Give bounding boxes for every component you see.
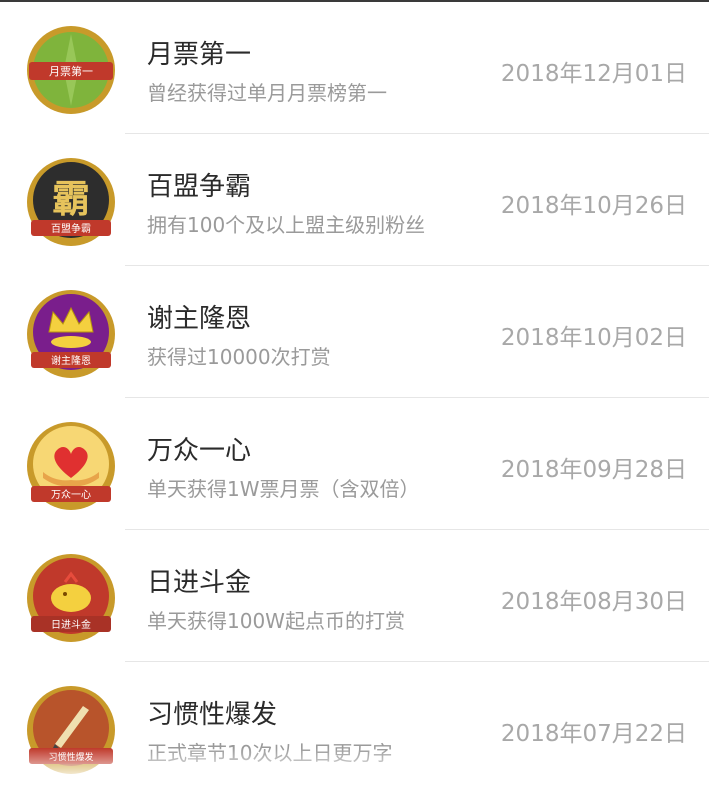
ba-character-icon: 霸 百盟争霸 <box>25 156 117 248</box>
achievement-date: 2018年08月30日 <box>500 589 687 615</box>
achievement-desc: 正式章节10次以上日更万字 <box>147 741 393 765</box>
achievement-title: 习惯性爆发 <box>147 700 278 730</box>
achievement-desc: 单天获得1W票月票（含双倍） <box>147 477 420 501</box>
badge-glyph: 霸 <box>52 176 90 221</box>
list-item[interactable]: 谢主隆恩 谢主隆恩 获得过10000次打赏 2018年10月02日 <box>0 266 709 398</box>
achievement-title: 百盟争霸 <box>147 172 252 202</box>
badge-label: 百盟争霸 <box>51 222 91 235</box>
achievement-date: 2018年07月22日 <box>500 721 687 747</box>
achievement-date: 2018年10月02日 <box>500 325 687 351</box>
badge-label: 日进斗金 <box>51 618 91 631</box>
achievement-desc: 获得过10000次打赏 <box>147 345 331 369</box>
badge-label: 月票第一 <box>49 64 93 78</box>
achievement-date: 2018年12月01日 <box>500 61 687 87</box>
pen-icon: 习惯性爆发 <box>25 684 117 776</box>
money-pig-icon: 日进斗金 <box>25 552 117 644</box>
achievement-desc: 拥有100个及以上盟主级别粉丝 <box>147 213 426 237</box>
badge-label: 谢主隆恩 <box>51 354 91 367</box>
achievement-desc: 曾经获得过单月月票榜第一 <box>147 81 387 105</box>
achievement-desc: 单天获得100W起点币的打赏 <box>147 609 405 633</box>
achievement-date: 2018年09月28日 <box>500 457 687 483</box>
badge-label: 习惯性爆发 <box>48 751 93 763</box>
achievement-title: 月票第一 <box>147 40 252 70</box>
list-item[interactable]: 习惯性爆发 习惯性爆发 正式章节10次以上日更万字 2018年07月22日 <box>0 662 709 794</box>
crown-icon: 谢主隆恩 <box>25 288 117 380</box>
achievement-title: 日进斗金 <box>147 568 252 598</box>
list-item[interactable]: 霸 百盟争霸 百盟争霸 拥有100个及以上盟主级别粉丝 2018年10月26日 <box>0 134 709 266</box>
achievement-date: 2018年10月26日 <box>500 193 687 219</box>
trophy-icon: 月票第一 <box>25 24 117 116</box>
achievement-list: 月票第一 月票第一 曾经获得过单月月票榜第一 2018年12月01日 霸 百盟争… <box>0 2 709 794</box>
list-item[interactable]: 日进斗金 日进斗金 单天获得100W起点币的打赏 2018年08月30日 <box>0 530 709 662</box>
heart-hands-icon: 万众一心 <box>25 420 117 512</box>
achievement-title: 谢主隆恩 <box>147 304 252 334</box>
list-item[interactable]: 万众一心 万众一心 单天获得1W票月票（含双倍） 2018年09月28日 <box>0 398 709 530</box>
list-item[interactable]: 月票第一 月票第一 曾经获得过单月月票榜第一 2018年12月01日 <box>0 2 709 134</box>
achievement-title: 万众一心 <box>147 436 252 466</box>
badge-label: 万众一心 <box>51 489 91 501</box>
